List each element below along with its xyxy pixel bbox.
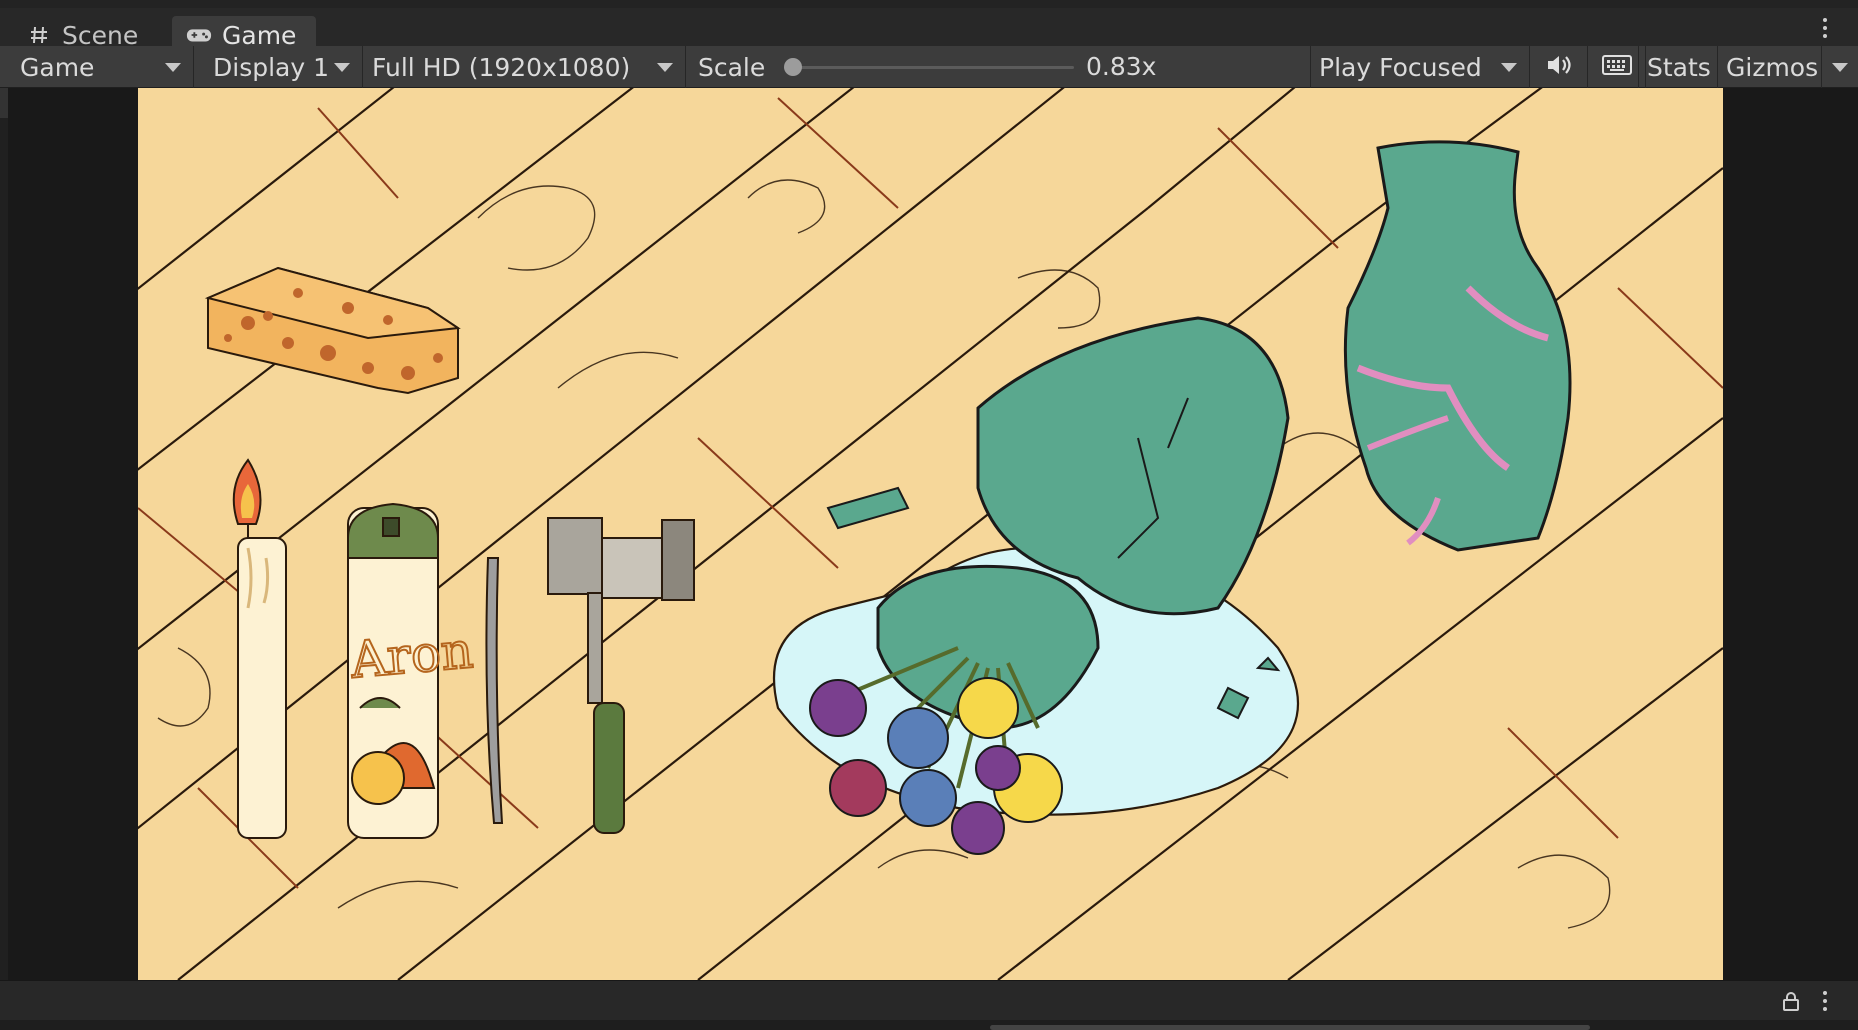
keyboard-icon [1601, 54, 1632, 80]
lock-icon[interactable] [1782, 991, 1800, 1015]
game-viewport[interactable]: Aron [0, 88, 1858, 980]
scale-slider[interactable] [784, 58, 1074, 76]
scale-value: 0.83x [1086, 52, 1157, 81]
speaker-icon [1545, 53, 1573, 81]
horizontal-scrollbar[interactable] [990, 1025, 1590, 1030]
chevron-down-icon [1832, 62, 1848, 72]
upright-vase [1343, 140, 1572, 552]
grid-hash-icon [26, 22, 52, 48]
gizmos-label: Gizmos [1726, 52, 1819, 82]
view-select[interactable]: Game [12, 46, 194, 88]
play-mode-select-value: Play Focused [1319, 52, 1482, 82]
display-select[interactable]: Display 1 [205, 46, 363, 88]
gamepad-icon [186, 22, 212, 48]
play-mode-select[interactable]: Play Focused [1310, 46, 1530, 88]
chevron-down-icon [1501, 63, 1517, 72]
left-edge-strip [0, 88, 8, 980]
bottom-panel-header [0, 980, 1858, 1020]
game-canvas[interactable]: Aron [138, 88, 1723, 980]
sponge [204, 266, 461, 395]
display-select-value: Display 1 [213, 52, 330, 82]
candle [232, 458, 287, 839]
editor-tab-bar: Scene Game [0, 0, 1858, 54]
stats-button[interactable]: Stats [1638, 46, 1718, 88]
chevron-down-icon [165, 63, 181, 72]
kebab-menu-icon[interactable] [1815, 991, 1835, 1011]
aerosol-label: Aron [347, 621, 475, 690]
resolution-select-value: Full HD (1920x1080) [372, 52, 631, 82]
chevron-down-icon [334, 63, 350, 72]
stats-label: Stats [1647, 52, 1711, 82]
gizmos-dropdown-button[interactable] [1822, 46, 1858, 88]
gizmos-button[interactable]: Gizmos [1718, 46, 1822, 88]
chevron-down-icon [657, 63, 673, 72]
scale-label: Scale [698, 52, 766, 82]
scale-slider-thumb[interactable] [784, 58, 802, 76]
kebab-menu-icon[interactable] [1815, 18, 1835, 38]
game-view-toolbar: Game Display 1 Full HD (1920x1080) Scale… [0, 46, 1858, 88]
audio-mute-button[interactable] [1530, 46, 1588, 88]
bottom-scroll-strip [0, 1020, 1858, 1030]
meat-tenderizer [547, 517, 695, 834]
resolution-select[interactable]: Full HD (1920x1080) [364, 46, 686, 88]
view-select-value: Game [20, 52, 95, 82]
